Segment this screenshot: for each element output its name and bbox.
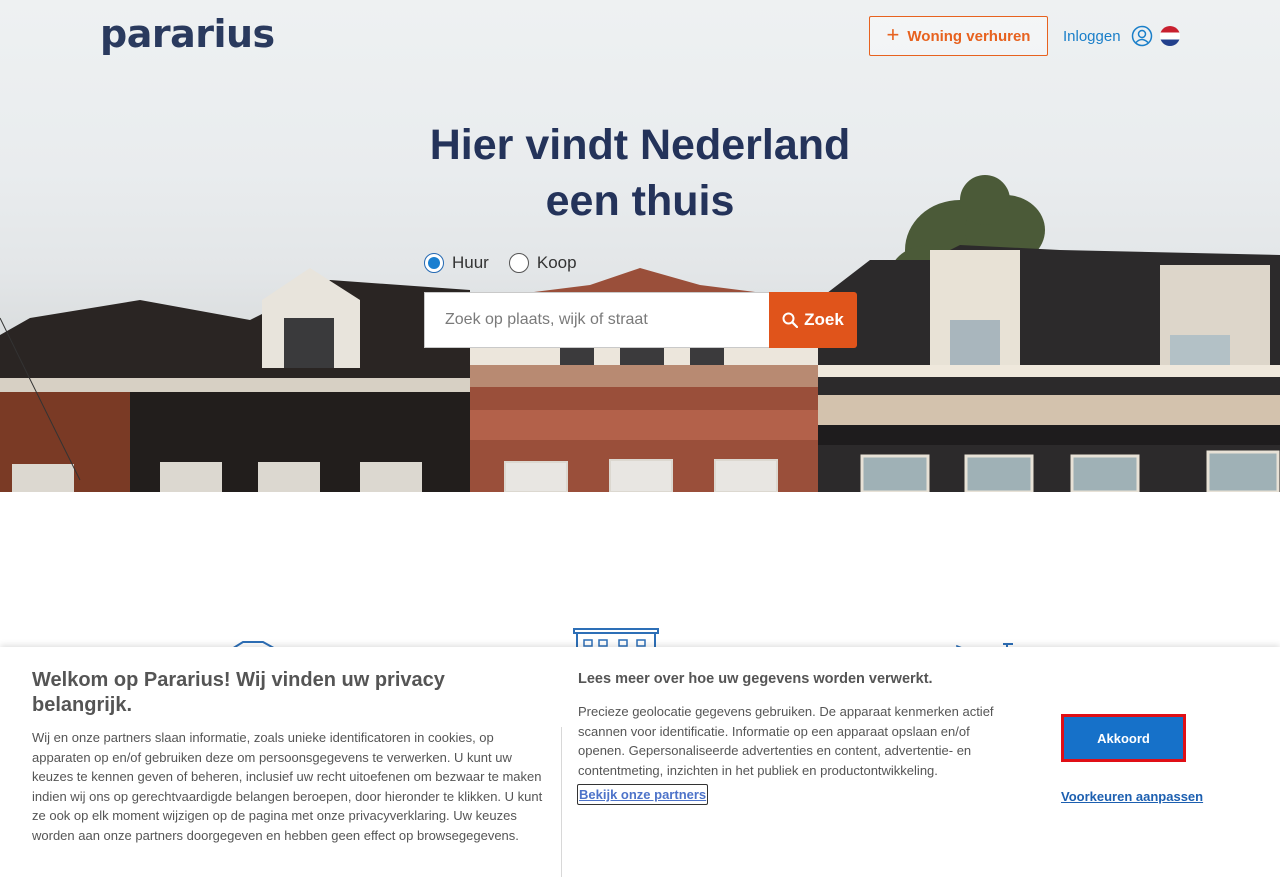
search-bar: Zoek: [424, 292, 857, 348]
radio-huur-indicator[interactable]: [424, 253, 444, 273]
consent-body: Wij en onze partners slaan informatie, z…: [32, 730, 543, 843]
search-input[interactable]: [424, 292, 769, 348]
cookie-consent-banner: Welkom op Pararius! Wij vinden uw privac…: [0, 647, 1280, 887]
listing-type-radio-group: Huur Koop: [424, 253, 577, 273]
search-icon: [782, 312, 799, 328]
accept-button[interactable]: Akkoord: [1061, 714, 1186, 762]
login-link[interactable]: Inloggen: [1063, 24, 1153, 48]
radio-huur[interactable]: Huur: [424, 253, 489, 273]
login-label: Inloggen: [1063, 27, 1121, 45]
rent-out-label: Woning verhuren: [907, 27, 1031, 45]
language-flag-icon[interactable]: [1160, 26, 1180, 46]
search-button[interactable]: Zoek: [769, 292, 857, 348]
hero-headline: Hier vindt Nederland een thuis: [340, 117, 940, 229]
headline-line-2: een thuis: [545, 177, 735, 225]
radio-huur-label: Huur: [452, 253, 489, 272]
radio-koop-label: Koop: [536, 253, 577, 272]
preferences-link[interactable]: Voorkeuren aanpassen: [1061, 789, 1203, 804]
user-icon: [1131, 25, 1152, 47]
radio-koop-indicator[interactable]: [508, 253, 529, 273]
search-button-label: Zoek: [804, 310, 844, 329]
plus-icon: +: [886, 22, 900, 47]
features-section: [0, 492, 1280, 652]
accept-button-label: Akkoord: [1097, 730, 1150, 746]
consent-purposes: Precieze geolocatie gegevens gebruiken. …: [578, 704, 994, 778]
rent-out-button[interactable]: + Woning verhuren: [869, 16, 1048, 56]
consent-title: Welkom op Pararius! Wij vinden uw privac…: [32, 669, 445, 716]
view-partners-link[interactable]: Bekijk onze partners: [577, 784, 709, 805]
consent-subtitle: Lees meer over hoe uw gegevens worden ve…: [578, 671, 933, 687]
radio-koop[interactable]: Koop: [508, 253, 577, 273]
hero-section: pararius + Woning verhuren Inloggen Hier…: [0, 0, 1280, 492]
headline-line-1: Hier vindt Nederland: [429, 121, 851, 169]
pararius-logo[interactable]: pararius: [100, 12, 275, 56]
hero-background-image: [0, 175, 1280, 492]
consent-divider: [561, 727, 562, 877]
